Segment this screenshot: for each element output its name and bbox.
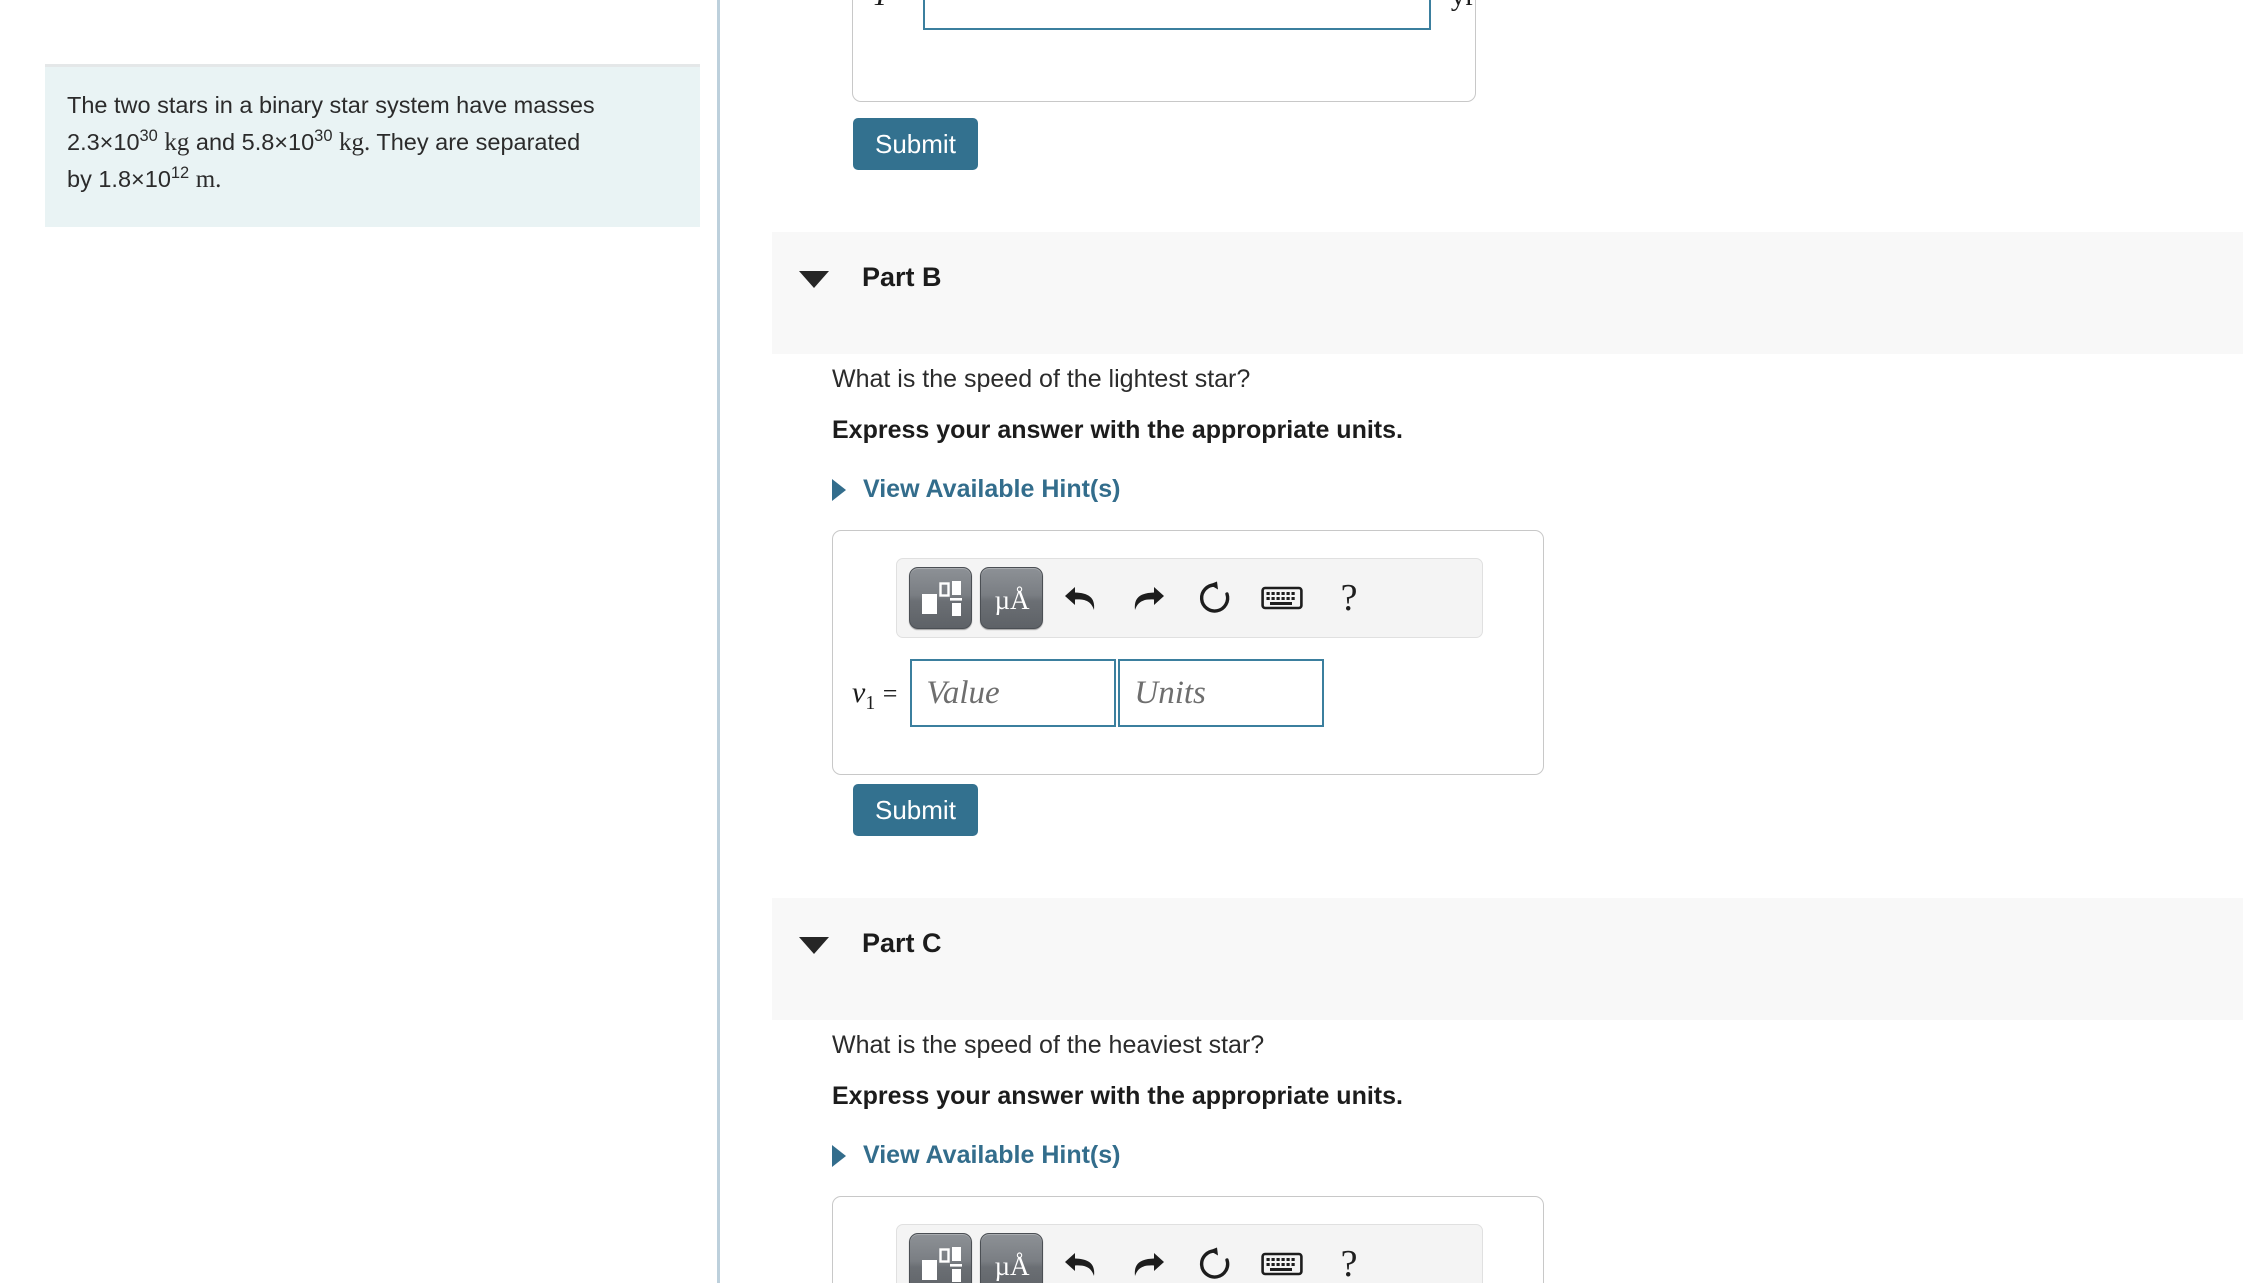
mass-1-exponent: 30 xyxy=(139,126,158,145)
help-icon-button-b[interactable]: ? xyxy=(1319,567,1379,629)
reset-icon-button-c[interactable] xyxy=(1185,1233,1245,1283)
right-pane: T = yr Submit Part B What is the speed o… xyxy=(720,0,2243,1283)
part-b-math-toolbar: µÅ ? xyxy=(896,558,1483,638)
part-c-question: What is the speed of the heaviest star? xyxy=(832,1031,1265,1059)
redo-icon-button-c[interactable] xyxy=(1118,1233,1178,1283)
part-b-instruction: Express your answer with the appropriate… xyxy=(832,416,1403,444)
help-question-mark-icon: ? xyxy=(1340,577,1358,619)
redo-icon xyxy=(1134,587,1164,610)
separation-exponent: 12 xyxy=(170,164,190,183)
mu-angstrom-icon: µÅ xyxy=(994,1251,1030,1281)
mu-angstrom-icon: µÅ xyxy=(994,585,1030,615)
problem-statement-text: The two stars in a binary star system ha… xyxy=(67,87,678,199)
part-c-title: Part C xyxy=(862,928,942,958)
part-a-answer-box: T = yr xyxy=(852,0,1476,102)
part-b-answer-box: µÅ ? v1 = Value Units xyxy=(832,530,1544,775)
part-b-question: What is the speed of the lightest star? xyxy=(832,365,1251,393)
part-b-input-row: v1 = xyxy=(833,659,1325,727)
left-pane: The two stars in a binary star system ha… xyxy=(0,0,717,1283)
undo-icon xyxy=(1065,1253,1095,1276)
svg-text:µÅ: µÅ xyxy=(994,585,1030,615)
part-b-header[interactable]: Part B xyxy=(772,232,2243,354)
math-template-icon xyxy=(921,581,962,616)
help-question-mark-icon: ? xyxy=(1340,1243,1358,1283)
part-c-math-toolbar: µÅ ? xyxy=(896,1224,1483,1283)
units-mu-angstrom-icon-button-c[interactable]: µÅ xyxy=(980,1233,1043,1283)
problem-line-2-tail: They are separated xyxy=(376,128,581,155)
mass-2-value: 5.8×1030 xyxy=(241,126,333,155)
keyboard-icon xyxy=(1261,586,1303,610)
redo-icon xyxy=(1134,1253,1164,1276)
part-a-value-input[interactable] xyxy=(923,0,1431,30)
part-b-title: Part B xyxy=(862,262,942,292)
undo-icon xyxy=(1065,587,1095,610)
part-a-submit-button[interactable]: Submit xyxy=(853,118,978,170)
separation-unit: m. xyxy=(195,166,222,193)
part-a-input-row: T = yr xyxy=(853,0,1475,66)
keyboard-icon-button-c[interactable] xyxy=(1252,1233,1312,1283)
part-b-view-hints-link[interactable]: View Available Hint(s) xyxy=(832,475,1120,504)
mass-2-unit: kg. xyxy=(339,128,371,156)
mass-2-exponent: 30 xyxy=(314,126,333,145)
reset-icon-button-b[interactable] xyxy=(1185,567,1245,629)
mass-1-unit: kg xyxy=(164,128,190,156)
page-root: The two stars in a binary star system ha… xyxy=(0,0,2243,1283)
mass-1-value: 2.3×1030 xyxy=(67,126,158,155)
part-b-value-input[interactable] xyxy=(910,659,1117,727)
part-b-submit-button[interactable]: Submit xyxy=(853,784,978,836)
reset-icon xyxy=(1199,581,1230,613)
part-c-view-hints-link[interactable]: View Available Hint(s) xyxy=(832,1141,1120,1170)
chevron-down-icon-part-c[interactable] xyxy=(799,937,829,954)
chevron-down-icon-part-b[interactable] xyxy=(799,271,829,288)
part-b-hint-label: View Available Hint(s) xyxy=(863,475,1121,503)
part-c-hint-label: View Available Hint(s) xyxy=(863,1141,1121,1169)
chevron-right-icon-part-b xyxy=(832,478,846,501)
undo-icon-button-b[interactable] xyxy=(1051,567,1111,629)
problem-statement-box: The two stars in a binary star system ha… xyxy=(45,64,700,227)
help-icon-button-c[interactable]: ? xyxy=(1319,1233,1379,1283)
math-template-icon-button-b[interactable] xyxy=(909,567,972,629)
math-template-icon xyxy=(921,1247,962,1282)
part-b-units-input[interactable] xyxy=(1118,659,1325,727)
part-a-variable-label: T = xyxy=(872,0,910,13)
redo-icon-button-b[interactable] xyxy=(1118,567,1178,629)
keyboard-icon-button-b[interactable] xyxy=(1252,567,1312,629)
part-b-variable-label: v1 = xyxy=(852,676,898,714)
math-template-icon-button-c[interactable] xyxy=(909,1233,972,1283)
chevron-right-icon-part-c xyxy=(832,1144,846,1167)
svg-text:µÅ: µÅ xyxy=(994,1251,1030,1281)
problem-line-1: The two stars in a binary star system ha… xyxy=(67,92,595,118)
reset-icon xyxy=(1199,1247,1230,1279)
part-c-instruction: Express your answer with the appropriate… xyxy=(832,1082,1403,1110)
part-c-answer-box: µÅ ? xyxy=(832,1196,1544,1283)
undo-icon-button-c[interactable] xyxy=(1051,1233,1111,1283)
part-c-header[interactable]: Part C xyxy=(772,898,2243,1020)
problem-line-3-pre: by xyxy=(67,166,92,192)
separation-value: 1.8×1012 xyxy=(98,164,190,192)
conjunction: and xyxy=(195,128,236,155)
part-a-unit-label: yr xyxy=(1451,0,1475,13)
keyboard-icon xyxy=(1261,1252,1303,1276)
units-mu-angstrom-icon-button-b[interactable]: µÅ xyxy=(980,567,1043,629)
